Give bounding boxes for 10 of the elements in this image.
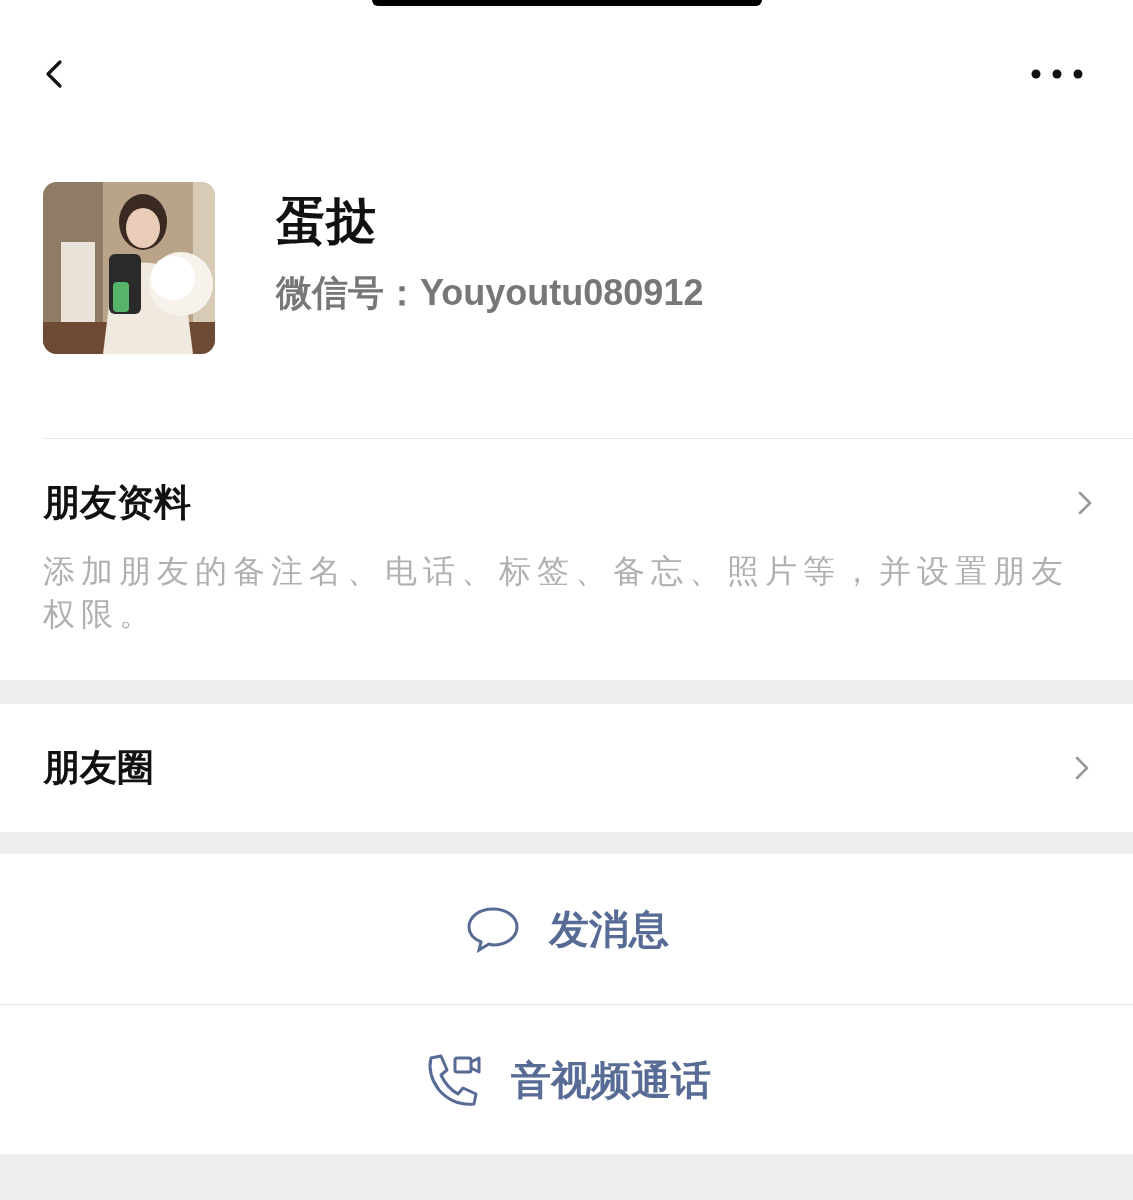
- wechat-id: 微信号：Youyoutu080912: [276, 271, 704, 315]
- contact-name: 蛋挞: [276, 194, 377, 249]
- action-button[interactable]: 音视频通话: [0, 1004, 1133, 1155]
- row-title: 朋友圈: [43, 747, 154, 789]
- row-title: 朋友资料: [43, 483, 191, 524]
- more-icon[interactable]: [1031, 69, 1083, 79]
- list-row[interactable]: 朋友圈: [0, 703, 1133, 833]
- list-row[interactable]: 朋友资料 添加朋友的备注名、电话、标签、备忘、照片等，并设置朋友权限。: [0, 439, 1133, 680]
- row-description: 添加朋友的备注名、电话、标签、备忘、照片等，并设置朋友权限。: [43, 551, 1070, 634]
- action-button[interactable]: 发消息: [0, 854, 1133, 1005]
